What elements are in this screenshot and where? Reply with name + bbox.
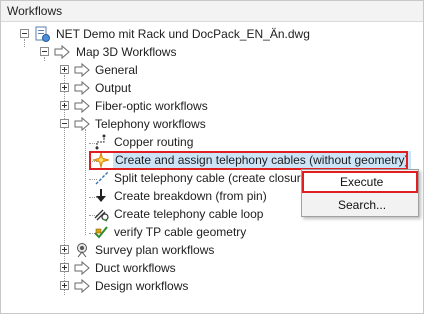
workflow-arrow-icon: [54, 44, 70, 60]
workflow-arrow-icon: [74, 62, 90, 78]
tree-item-label: Duct workflows: [95, 261, 176, 275]
context-menu: Execute Search...: [301, 169, 419, 217]
context-menu-search[interactable]: Search...: [302, 194, 418, 216]
panel-title: Workflows: [7, 4, 63, 18]
tree-item-create-breakdown[interactable]: Create breakdown (from pin): [1, 187, 301, 205]
tree-item-label: Copper routing: [114, 135, 194, 149]
panel-title-bar: Workflows: [1, 1, 423, 22]
expand-toggle[interactable]: [60, 83, 69, 92]
workflow-arrow-icon: [74, 80, 90, 96]
tree-item-label: Fiber-optic workflows: [95, 99, 208, 113]
tree-item-verify-tp-cable[interactable]: verify TP cable geometry: [1, 223, 421, 241]
tree-item-label: Create breakdown (from pin): [114, 189, 267, 203]
breakdown-arrow-icon: [96, 189, 106, 202]
tree-item-label: Output: [95, 81, 132, 95]
tree-item-fiber-optic-workflows[interactable]: Fiber-optic workflows: [1, 97, 421, 115]
tree-item-split-telephony-cable[interactable]: Split telephony cable (create closure): [1, 169, 301, 187]
tree-item-label: Design workflows: [95, 279, 189, 293]
routing-path-icon: [95, 134, 106, 150]
collapse-toggle[interactable]: [40, 47, 49, 56]
tree-item-telephony-workflows[interactable]: Telephony workflows: [1, 115, 421, 133]
tree-item-output[interactable]: Output: [1, 79, 421, 97]
tree-item-label: Map 3D Workflows: [76, 45, 177, 59]
tree-item-survey-plan-workflows[interactable]: Survey plan workflows: [1, 241, 421, 259]
highlight-box: [89, 151, 408, 170]
tree-item-label: verify TP cable geometry: [114, 225, 247, 239]
tree-item-duct-workflows[interactable]: Duct workflows: [1, 259, 421, 277]
workflow-arrow-icon: [74, 116, 90, 132]
collapse-toggle[interactable]: [60, 119, 69, 128]
workflow-tree: NET Demo mit Rack und DocPack_EN_Än.dwg …: [1, 22, 423, 313]
expand-toggle[interactable]: [60, 281, 69, 290]
tree-item-label: Create telephony cable loop: [114, 207, 264, 221]
tree-item-map3d-workflows[interactable]: Map 3D Workflows: [1, 43, 421, 61]
expand-toggle[interactable]: [60, 101, 69, 110]
cable-loop-icon: [94, 209, 109, 222]
tree-item-copper-routing[interactable]: Copper routing: [1, 133, 421, 151]
tree-item-label: Telephony workflows: [95, 117, 206, 131]
drawing-file-icon: [35, 26, 50, 42]
tree-item-label: NET Demo mit Rack und DocPack_EN_Än.dwg: [56, 27, 310, 41]
expand-toggle[interactable]: [60, 245, 69, 254]
workflow-arrow-icon: [74, 278, 90, 294]
tree-item-label: Split telephony cable (create closure): [114, 171, 301, 185]
tree-item-general[interactable]: General: [1, 61, 421, 79]
survey-instrument-icon: [77, 243, 87, 258]
tree-item-label: Survey plan workflows: [95, 243, 215, 257]
expand-toggle[interactable]: [60, 263, 69, 272]
collapse-toggle[interactable]: [20, 29, 29, 38]
tree-item-create-cable-loop[interactable]: Create telephony cable loop: [1, 205, 301, 223]
tree-item-design-workflows[interactable]: Design workflows: [1, 277, 421, 295]
workflow-arrow-icon: [74, 260, 90, 276]
tree-item-root[interactable]: NET Demo mit Rack und DocPack_EN_Än.dwg: [1, 25, 421, 43]
tree-item-label: General: [95, 63, 138, 77]
workflow-arrow-icon: [74, 98, 90, 114]
workflows-panel: Workflows NET Demo mit Rack und DocPack_…: [0, 0, 424, 314]
verify-check-icon: [94, 226, 108, 239]
expand-toggle[interactable]: [60, 65, 69, 74]
context-menu-execute[interactable]: Execute: [302, 171, 418, 193]
split-cable-icon: [95, 171, 109, 185]
